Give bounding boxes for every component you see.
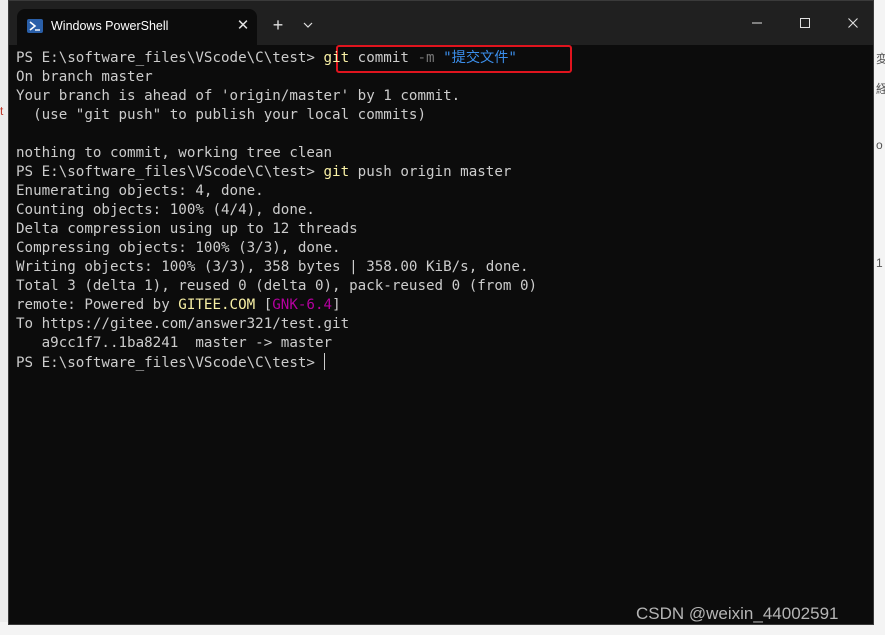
remote-line: remote: Powered by GITEE.COM [GNK-6.4] bbox=[16, 296, 866, 315]
output-line: Your branch is ahead of 'origin/master' … bbox=[16, 88, 461, 104]
remote-open: [ bbox=[255, 297, 273, 313]
background-fragment: 変 bbox=[876, 52, 885, 66]
prompt: PS E:\software_files\VScode\C\test> bbox=[16, 355, 324, 371]
output-line: Total 3 (delta 1), reused 0 (delta 0), p… bbox=[16, 278, 538, 294]
output-line: Enumerating objects: 4, done. bbox=[16, 183, 264, 199]
command-push: push origin master bbox=[349, 164, 512, 180]
command-line-commit: PS E:\software_files\VScode\C\test> git … bbox=[16, 49, 866, 68]
background-page-edge: 変 経 o 1 bbox=[874, 0, 885, 635]
powershell-icon bbox=[27, 19, 43, 33]
command-message: "提交文件" bbox=[434, 50, 517, 66]
titlebar[interactable]: Windows PowerShell ✕ + bbox=[9, 1, 873, 45]
background-fragment: 経 bbox=[876, 82, 885, 96]
watermark: CSDN @weixin_44002591 bbox=[636, 604, 839, 623]
command-git: git bbox=[323, 164, 350, 180]
output-line: Writing objects: 100% (3/3), 358 bytes |… bbox=[16, 259, 529, 275]
remote-gitee: GITEE.COM bbox=[178, 297, 256, 313]
output-line: nothing to commit, working tree clean bbox=[16, 145, 333, 161]
powershell-window: Windows PowerShell ✕ + PS E:\software_fi… bbox=[8, 0, 874, 625]
remote-prefix: remote: Powered by bbox=[16, 297, 179, 313]
tab-title: Windows PowerShell bbox=[51, 19, 169, 33]
tab-close-icon[interactable]: ✕ bbox=[233, 16, 253, 36]
command-git: git bbox=[323, 50, 350, 66]
output-line: To https://gitee.com/answer321/test.git bbox=[16, 316, 350, 332]
output-line: Delta compression using up to 12 threads bbox=[16, 221, 358, 237]
current-prompt-line[interactable]: PS E:\software_files\VScode\C\test> bbox=[16, 353, 866, 372]
close-icon[interactable] bbox=[833, 9, 873, 37]
output-line: On branch master bbox=[16, 69, 153, 85]
background-fragment: 1 bbox=[876, 256, 883, 270]
output-line: Counting objects: 100% (4/4), done. bbox=[16, 202, 315, 218]
new-tab-button[interactable]: + bbox=[266, 13, 290, 37]
remote-close: ] bbox=[332, 297, 341, 313]
prompt: PS E:\software_files\VScode\C\test> bbox=[16, 50, 324, 66]
background-fragment: t bbox=[0, 104, 4, 118]
terminal-output[interactable]: PS E:\software_files\VScode\C\test> git … bbox=[16, 49, 866, 372]
minimize-icon[interactable] bbox=[737, 9, 777, 37]
prompt: PS E:\software_files\VScode\C\test> bbox=[16, 164, 324, 180]
tab-windows-powershell[interactable]: Windows PowerShell ✕ bbox=[17, 9, 257, 45]
remote-gnk: GNK-6.4 bbox=[272, 297, 333, 313]
command-flag: -m bbox=[417, 50, 435, 66]
maximize-icon[interactable] bbox=[785, 9, 825, 37]
output-line: a9cc1f7..1ba8241 master -> master bbox=[16, 335, 333, 351]
output-line: (use "git push" to publish your local co… bbox=[16, 107, 426, 123]
chevron-down-icon[interactable] bbox=[297, 13, 319, 37]
background-fragment: o bbox=[876, 138, 883, 152]
command-commit: commit bbox=[349, 50, 418, 66]
text-cursor bbox=[323, 353, 325, 370]
output-line: Compressing objects: 100% (3/3), done. bbox=[16, 240, 341, 256]
command-line-push: PS E:\software_files\VScode\C\test> git … bbox=[16, 163, 866, 182]
